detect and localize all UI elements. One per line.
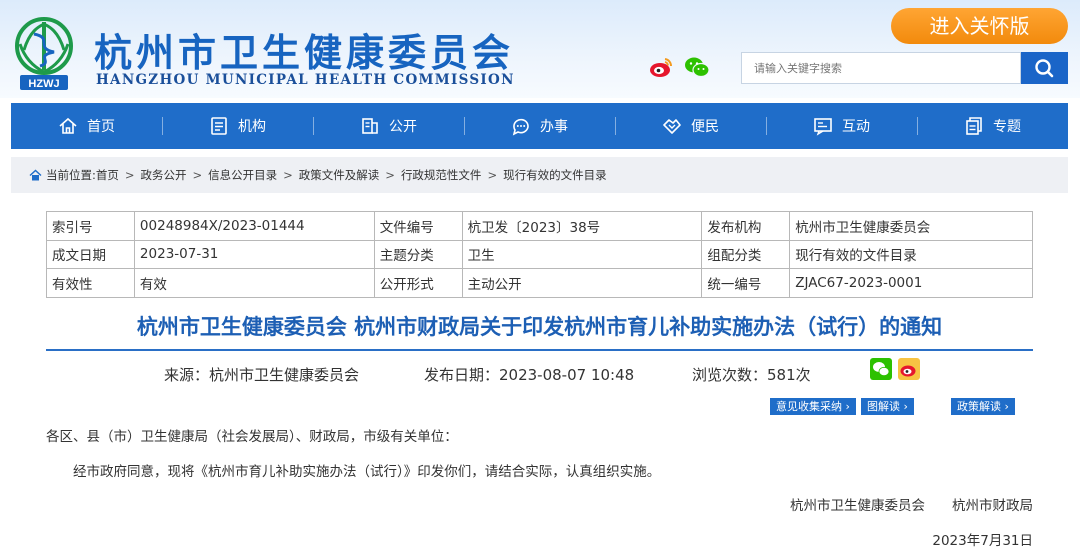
feedback-adoption-button[interactable]: 意见收集采纳 › [770,398,856,415]
article-title: 杭州市卫生健康委员会 杭州市财政局关于印发杭州市育儿补助实施办法（试行）的通知 [136,315,943,339]
table-key: 索引号 [46,211,135,241]
nav-label: 互动 [842,119,870,135]
topic-icon [966,117,982,135]
nav-label: 公开 [389,119,417,135]
breadcrumb-link[interactable]: 政策文件及解读 [299,167,380,183]
table-value: 杭卫发〔2023〕38号 [461,211,703,241]
location-home-icon [29,168,42,180]
article-salutation: 各区、县（市）卫生健康局（社会发展局）、财政局，市级有关单位： [46,429,458,445]
org-icon [211,117,227,135]
care-mode-button[interactable]: 进入关怀版 [891,8,1068,44]
breadcrumb-separator: > [192,168,203,182]
nav-item-convenience[interactable]: 便民 [615,103,766,149]
breadcrumb-separator: > [487,168,498,182]
article-publish-date: 发布日期：2023-08-07 10:48 [424,366,635,384]
table-key: 统一编号 [701,268,791,298]
table-key: 主题分类 [373,239,463,269]
article-view-count: 浏览次数：581次 [692,366,811,384]
breadcrumb: 当前位置: 首页 > 政务公开 > 信息公开目录 > 政策文件及解读 > 行政规… [11,157,1068,193]
article-body-paragraph: 经市政府同意，现将《杭州市育儿补助实施办法（试行）》印发你们，请结合实际，认真组… [73,464,661,480]
site-title[interactable]: 杭州市卫生健康委员会 [94,22,514,77]
table-key: 发布机构 [701,211,791,241]
table-value: 现行有效的文件目录 [789,239,1033,269]
nav-label: 专题 [993,119,1021,135]
table-row: 索引号 00248984X/2023-01444 文件编号 杭卫发〔2023〕3… [46,211,1033,241]
table-value: ZJAC67-2023-0001 [789,268,1033,298]
nav-label: 首页 [87,119,115,135]
search-input[interactable] [741,52,1021,84]
nav-item-topic[interactable]: 专题 [917,103,1068,149]
nav-item-org[interactable]: 机构 [162,103,313,149]
table-key: 成文日期 [46,239,135,269]
open-icon [362,118,378,134]
breadcrumb-separator: > [283,168,293,182]
home-icon [59,117,77,134]
breadcrumb-separator: > [385,168,395,182]
site-header: HZWJ 杭州市卫生健康委员会 HANGZHOU MUNICIPAL HEALT… [0,0,1080,98]
nav-label: 机构 [238,119,266,135]
graphic-interpretation-button[interactable]: 图解读 › [861,398,914,415]
logo-text: HZWJ [28,78,59,90]
service-icon [512,118,529,136]
table-value: 卫生 [461,239,703,269]
article-source: 来源：杭州市卫生健康委员会 [164,366,360,384]
table-key: 组配分类 [701,239,791,269]
breadcrumb-prefix: 当前位置: [46,168,96,182]
table-row: 成文日期 2023-07-31 主题分类 卫生 组配分类 现行有效的文件目录 [46,239,1033,269]
document-info-table: 索引号 00248984X/2023-01444 文件编号 杭卫发〔2023〕3… [46,211,1033,298]
breadcrumb-link[interactable]: 信息公开目录 [208,167,277,183]
nav-label: 办事 [540,119,568,135]
search-button[interactable] [1021,52,1068,84]
share-weibo-icon[interactable] [898,358,920,380]
breadcrumb-link[interactable]: 现行有效的文件目录 [503,167,607,183]
table-value: 杭州市卫生健康委员会 [789,211,1033,241]
table-row: 有效性 有效 公开形式 主动公开 统一编号 ZJAC67-2023-0001 [46,268,1033,298]
table-value: 主动公开 [461,268,703,298]
nav-item-home[interactable]: 首页 [11,103,162,149]
article-date: 2023年7月31日 [932,533,1033,549]
policy-interpretation-button[interactable]: 政策解读 › [951,398,1015,415]
hzwj-logo[interactable]: HZWJ [10,16,78,92]
article-signature: 杭州市卫生健康委员会 杭州市财政局 [790,498,1033,514]
site-subtitle: HANGZHOU MUNICIPAL HEALTH COMMISSION [96,72,515,88]
table-key: 公开形式 [373,268,463,298]
main-nav: 首页 机构 公开 办事 便民 互动 专题 [11,103,1068,149]
nav-item-interact[interactable]: 互动 [766,103,917,149]
share-wechat-icon[interactable] [870,358,892,380]
nav-item-service[interactable]: 办事 [464,103,615,149]
nav-item-open[interactable]: 公开 [313,103,464,149]
breadcrumb-link[interactable]: 政务公开 [141,167,187,183]
table-key: 有效性 [46,268,135,298]
table-value: 2023-07-31 [133,239,375,269]
breadcrumb-link[interactable]: 行政规范性文件 [401,167,482,183]
table-key: 文件编号 [373,211,463,241]
table-value: 00248984X/2023-01444 [133,211,375,241]
nav-label: 便民 [691,119,719,135]
weibo-icon[interactable] [649,56,673,78]
wechat-icon[interactable] [684,56,710,78]
interact-icon [814,118,832,136]
search-icon [1035,59,1054,78]
title-divider [46,349,1033,351]
breadcrumb-separator: > [124,168,135,182]
table-value: 有效 [133,268,375,298]
breadcrumb-link[interactable]: 首页 [96,167,119,183]
convenience-icon [663,119,681,134]
